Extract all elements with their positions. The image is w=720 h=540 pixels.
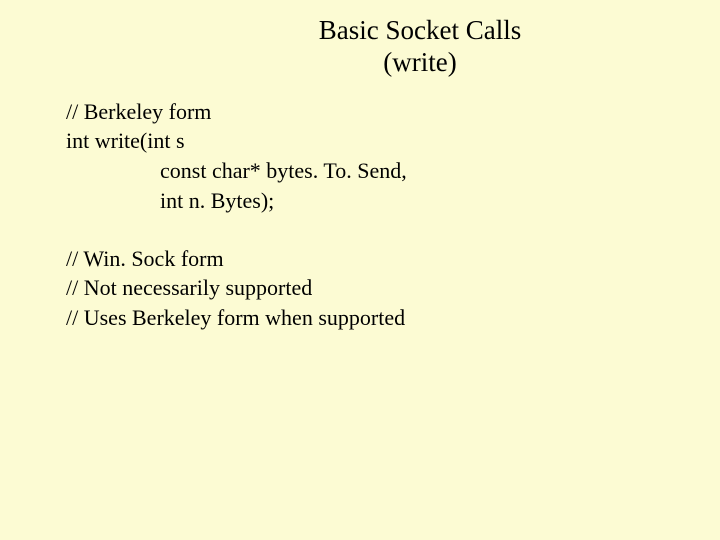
code-line-param2: int n. Bytes); xyxy=(66,186,720,216)
slide: Basic Socket Calls (write) // Berkeley f… xyxy=(0,0,720,540)
code-comment-uses-berkeley: // Uses Berkeley form when supported xyxy=(66,303,720,333)
slide-title: Basic Socket Calls (write) xyxy=(0,0,720,79)
code-comment-berkeley: // Berkeley form xyxy=(66,97,720,127)
spacer xyxy=(66,216,720,244)
code-line-write: int write(int s xyxy=(66,126,720,156)
code-comment-winsock: // Win. Sock form xyxy=(66,244,720,274)
title-line-1: Basic Socket Calls xyxy=(120,14,720,46)
code-line-param1: const char* bytes. To. Send, xyxy=(66,156,720,186)
title-line-2: (write) xyxy=(120,46,720,78)
slide-content: // Berkeley form int write(int s const c… xyxy=(0,79,720,333)
code-comment-not-supported: // Not necessarily supported xyxy=(66,273,720,303)
